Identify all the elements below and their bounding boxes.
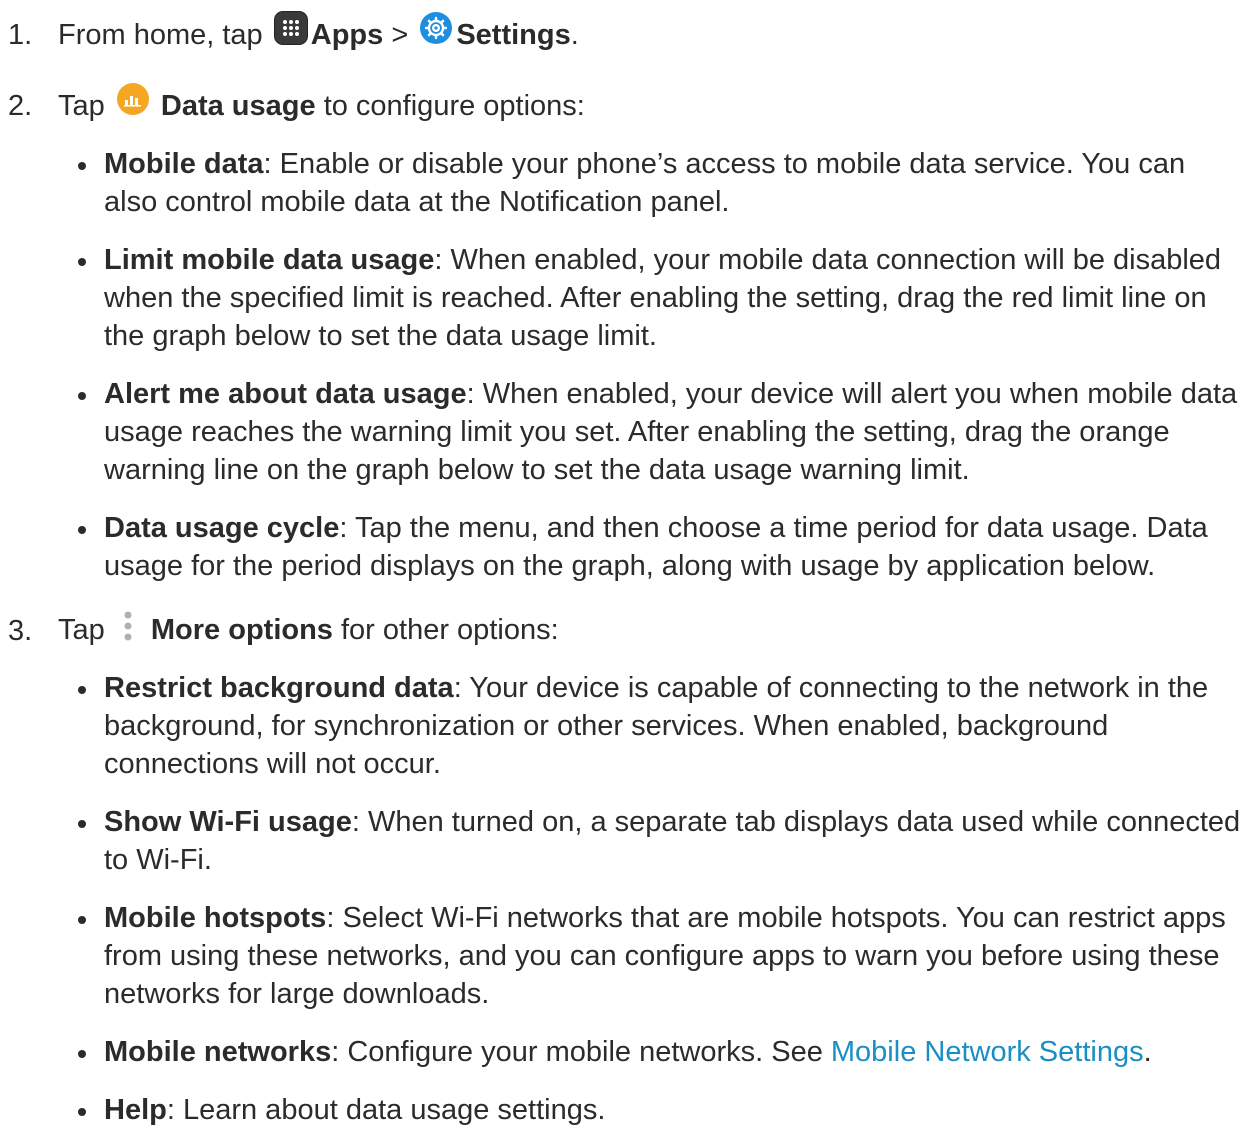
mobile-network-settings-link[interactable]: Mobile Network Settings [831, 1036, 1144, 1068]
list-item: Alert me about data usage: When enabled,… [76, 375, 1245, 489]
list-item: Help: Learn about data usage settings. [76, 1091, 1245, 1129]
more-options-label: More options [150, 614, 333, 646]
list-item: Mobile hotspots: Select Wi-Fi networks t… [76, 899, 1245, 1013]
step-number: 2. [8, 90, 33, 122]
list-item: Mobile data: Enable or disable your phon… [76, 145, 1245, 221]
step-text: Tap More options for other options: [58, 611, 559, 650]
list-item: Mobile networks: Configure your mobile n… [76, 1033, 1245, 1071]
list-item: Restrict background data: Your device is… [76, 669, 1245, 783]
apps-icon [274, 12, 307, 45]
step-3: 3. Tap More options for other options: [8, 611, 1249, 650]
list-item: Limit mobile data usage: When enabled, y… [76, 241, 1245, 355]
list-item: Data usage cycle: Tap the menu, and then… [76, 509, 1245, 585]
list-item: Show Wi-Fi usage: When turned on, a sepa… [76, 803, 1245, 879]
settings-label: Settings [456, 19, 571, 51]
document: 1. From home, tap Apps > Settings. 2. Ta… [0, 0, 1253, 1126]
step-number: 3. [8, 614, 33, 647]
data-usage-icon [116, 83, 149, 116]
data-usage-label: Data usage [160, 90, 316, 122]
more-options-icon [119, 608, 137, 646]
step-number: 1. [8, 19, 33, 51]
step-2: 2. Tap Data usage to configure options: [8, 83, 1249, 125]
step-text: From home, tap Apps > Settings. [58, 12, 579, 54]
step-text: Tap Data usage to configure options: [58, 83, 585, 125]
apps-label: Apps [310, 19, 384, 51]
step-1: 1. From home, tap Apps > Settings. [8, 12, 1249, 54]
settings-icon [420, 12, 453, 45]
